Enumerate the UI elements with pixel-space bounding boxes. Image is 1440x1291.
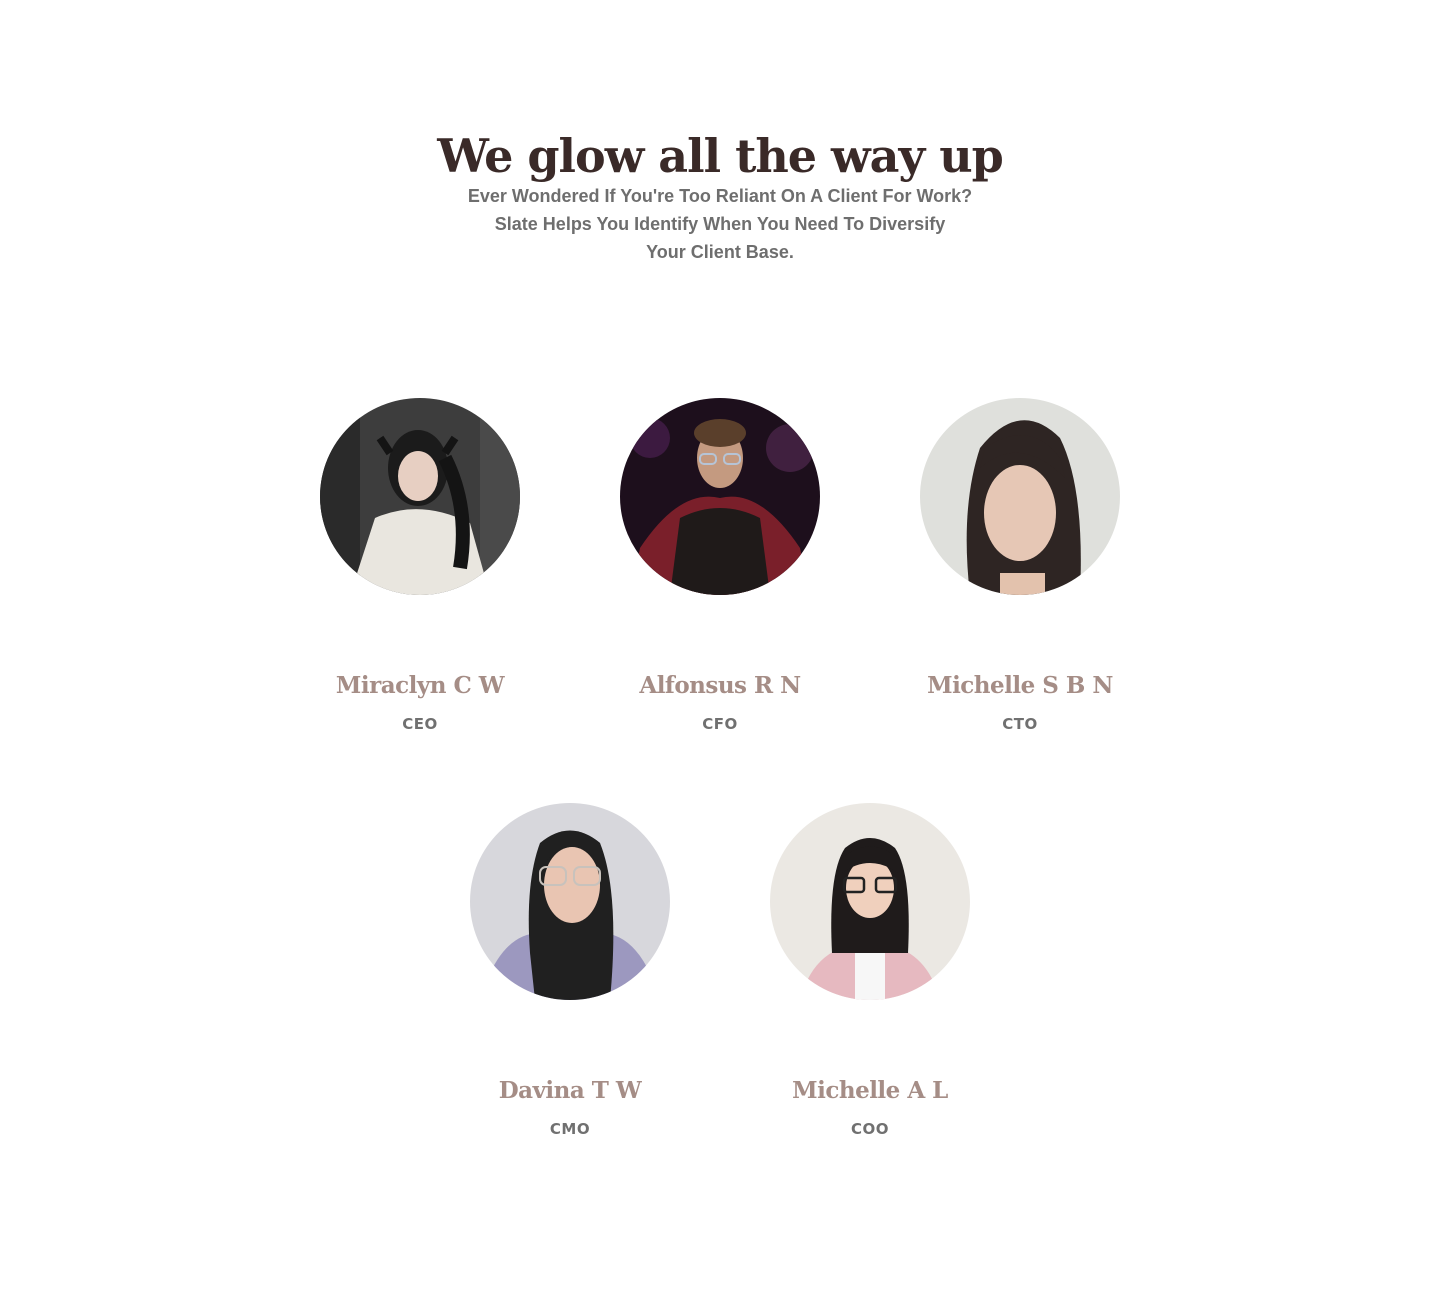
member-role: CTO <box>1002 715 1038 733</box>
section-title: We glow all the way up <box>437 128 1004 183</box>
member-name: Michelle S B N <box>927 672 1113 699</box>
member-name: Alfonsus R N <box>639 672 801 699</box>
member-role: CEO <box>402 715 438 733</box>
member-name: Davina T W <box>498 1077 642 1104</box>
member-photo-image <box>470 803 670 1000</box>
member-photo-image <box>920 398 1120 595</box>
member-photo <box>320 398 520 595</box>
member-role: COO <box>850 1120 889 1138</box>
member-photo-image <box>770 803 970 1000</box>
member-name: Michelle A L <box>792 1077 948 1104</box>
subtitle-line: Ever Wondered If You're Too Reliant On A… <box>467 186 973 206</box>
member-photo-image <box>620 398 820 595</box>
subtitle-line: Your Client Base. <box>646 242 794 262</box>
member-name: Miraclyn C W <box>335 672 505 699</box>
member-photo <box>620 398 820 595</box>
member-photo <box>770 803 970 1000</box>
member-photo-image <box>320 398 520 595</box>
section-subtitle: Ever Wondered If You're Too Reliant On A… <box>460 182 980 266</box>
member-photo <box>470 803 670 1000</box>
member-role: CMO <box>549 1120 591 1138</box>
member-role: CFO <box>702 715 738 733</box>
member-photo <box>920 398 1120 595</box>
subtitle-line: Slate Helps You Identify When You Need T… <box>494 214 946 234</box>
